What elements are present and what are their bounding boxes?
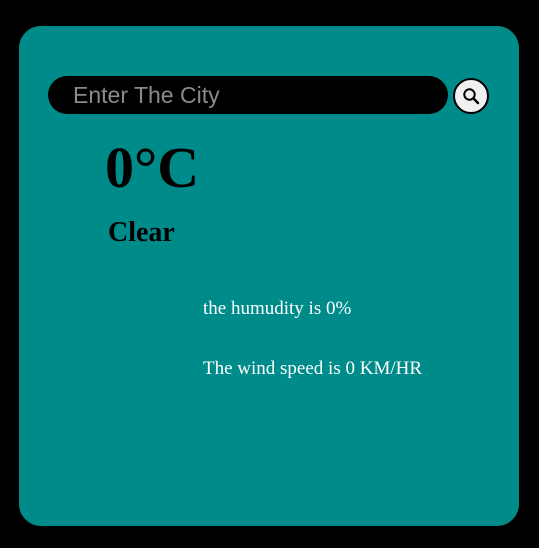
weather-card: 0°C Clear the humudity is 0% The wind sp… <box>19 26 519 526</box>
search-button[interactable] <box>453 78 489 114</box>
city-search-input[interactable] <box>48 76 448 114</box>
search-icon <box>463 88 480 105</box>
temperature-value: 0°C <box>105 135 200 200</box>
wind-speed-text: The wind speed is 0 KM/HR <box>203 358 423 379</box>
humidity-text: the humudity is 0% <box>203 298 352 319</box>
weather-condition: Clear <box>108 217 175 248</box>
